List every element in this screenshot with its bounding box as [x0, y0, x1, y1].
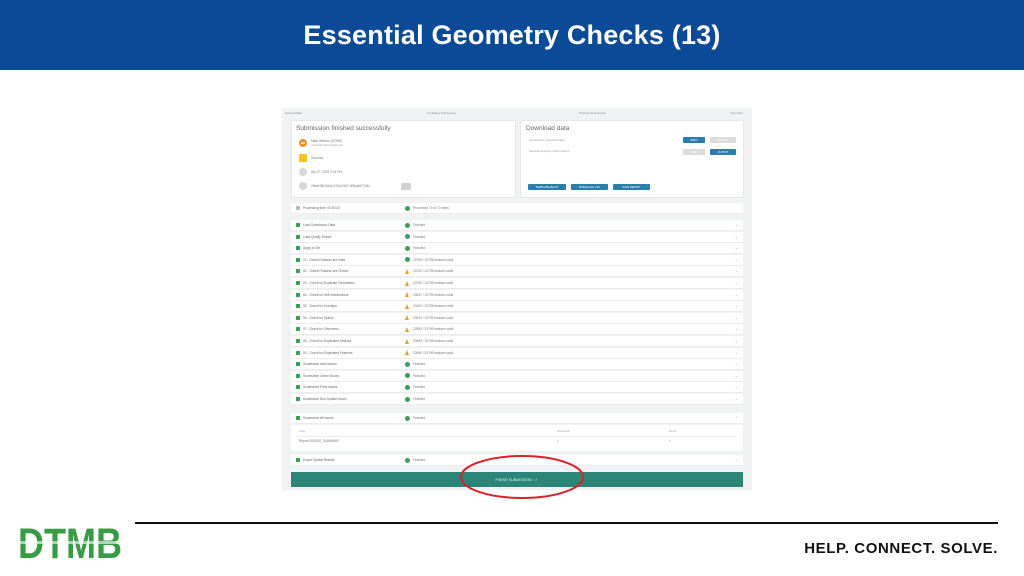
- highlight-ellipse: [460, 455, 584, 499]
- highlight-ellipse-shape: [460, 455, 584, 499]
- footer-divider: [135, 522, 998, 524]
- slide-tagline: HELP. CONNECT. SOLVE.: [804, 540, 998, 557]
- dtmb-logo: DTMB: [18, 521, 122, 563]
